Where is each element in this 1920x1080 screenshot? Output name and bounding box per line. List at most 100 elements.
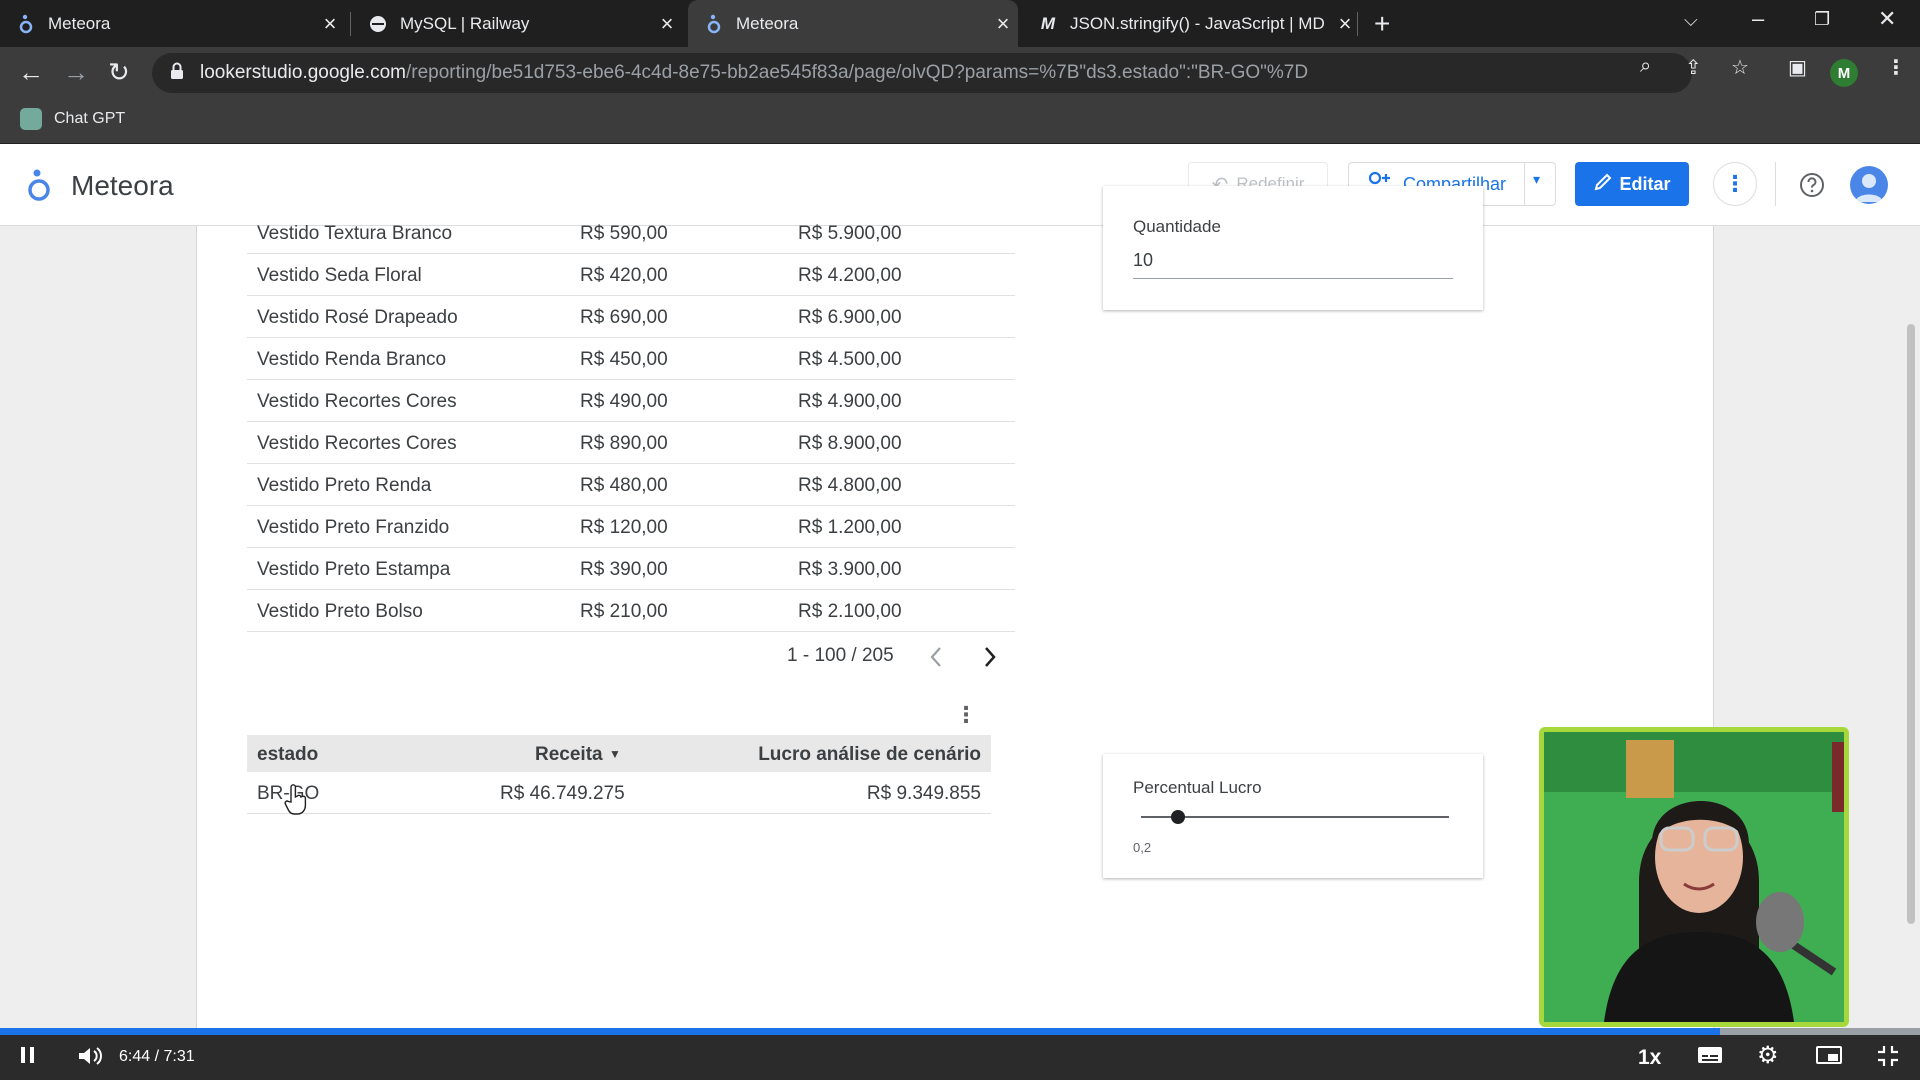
next-page-chevron-icon[interactable]	[983, 646, 997, 673]
slider-handle[interactable]	[1171, 810, 1185, 824]
zoom-magnifier-icon[interactable]: ⌕	[1640, 55, 1651, 78]
address-bar[interactable]: lookerstudio.google.com/reporting/be51d7…	[152, 53, 1692, 93]
table-row-partial: Vestido Textura Branco R$ 590,00 R$ 5.90…	[247, 212, 1015, 254]
table-row[interactable]: Vestido Seda Floral R$ 420,00 R$ 4.200,00	[247, 254, 1015, 296]
quantity-underline	[1133, 278, 1453, 279]
new-tab-plus-icon[interactable]: +	[1374, 8, 1390, 40]
table-row[interactable]: BR-GO R$ 46.749.275 R$ 9.349.855	[247, 772, 991, 814]
mdn-favicon-icon: M	[1040, 13, 1056, 33]
product-name-cell: Vestido Renda Branco	[257, 349, 447, 370]
close-tab-icon[interactable]: ×	[1330, 11, 1360, 37]
meteora-favicon-icon	[704, 14, 724, 34]
previous-page-chevron-icon[interactable]	[929, 646, 943, 673]
profit-percent-slider-card[interactable]: Percentual Lucro 0,2	[1103, 754, 1483, 878]
slider-track[interactable]	[1141, 816, 1449, 818]
forward-arrow-icon[interactable]: →	[63, 57, 89, 88]
product-name-cell: Vestido Preto Renda	[257, 475, 432, 496]
exit-fullscreen-icon[interactable]	[1877, 1045, 1899, 1073]
video-progress-bar[interactable]	[0, 1028, 1920, 1035]
browser-menu-kebab-icon[interactable]: ⋮	[1886, 55, 1906, 80]
back-arrow-icon[interactable]: ←	[18, 57, 44, 88]
product-price-cell: R$ 480,00	[580, 475, 668, 496]
report-title: Meteora	[71, 170, 174, 201]
header-divider	[1775, 162, 1776, 206]
table-row[interactable]: Vestido Renda Branco R$ 450,00 R$ 4.500,00	[247, 338, 1015, 380]
user-avatar[interactable]	[1850, 166, 1888, 204]
browser-tab-meteora-active[interactable]: Meteora ×	[688, 0, 1018, 47]
product-price-cell: R$ 490,00	[580, 391, 668, 412]
product-price-cell: R$ 890,00	[580, 433, 668, 454]
col-header-lucro-cenario[interactable]: Lucro análise de cenário	[758, 744, 981, 766]
product-name-cell: Vestido Recortes Cores	[257, 391, 457, 412]
product-total-cell: R$ 5.900,00	[798, 223, 902, 244]
product-total-cell: R$ 4.500,00	[798, 349, 902, 370]
product-price-cell: R$ 210,00	[580, 601, 668, 622]
chart-kebab-menu-icon[interactable]: ⋮	[955, 702, 977, 728]
table-row[interactable]: Vestido Preto Franzido R$ 120,00 R$ 1.200,…	[247, 506, 1015, 548]
tab-title: JSON.stringify() - JavaScript | MD	[1070, 13, 1325, 33]
product-price-cell: R$ 450,00	[580, 349, 668, 370]
close-tab-icon[interactable]: ×	[988, 11, 1018, 37]
volume-icon[interactable]	[77, 1045, 103, 1073]
table-row[interactable]: Vestido Recortes Cores R$ 490,00 R$ 4.900,…	[247, 380, 1015, 422]
profile-avatar[interactable]: M	[1830, 59, 1858, 87]
sort-descending-icon[interactable]: ▼	[609, 747, 621, 761]
share-page-icon[interactable]: ⇪	[1685, 55, 1702, 80]
tab-title: Meteora	[48, 13, 111, 33]
product-price-cell: R$ 420,00	[580, 265, 668, 286]
pause-icon[interactable]	[20, 1045, 36, 1071]
settings-gear-icon[interactable]: ⚙	[1757, 1041, 1779, 1070]
video-timecode: 6:44 / 7:31	[119, 1048, 195, 1066]
product-total-cell: R$ 3.900,00	[798, 559, 902, 580]
bookmarks-bar: Chat GPT	[0, 99, 1920, 144]
browser-tab-mysql-railway[interactable]: MySQL | Railway ×	[352, 0, 682, 47]
quantity-control-card[interactable]: Quantidade 10	[1103, 186, 1483, 310]
share-dropdown-caret-icon[interactable]: ▾	[1533, 171, 1540, 188]
edit-button[interactable]: Editar	[1575, 162, 1689, 206]
bookmark-label: Chat GPT	[54, 110, 126, 127]
product-name-cell: Vestido Recortes Cores	[257, 433, 457, 454]
side-panel-icon[interactable]: ▣	[1788, 55, 1807, 80]
product-name-cell: Vestido Preto Bolso	[257, 601, 423, 622]
pagination-range: 1 - 100 / 205	[787, 645, 894, 666]
bookmark-chat-gpt[interactable]: Chat GPT	[20, 108, 125, 130]
picture-in-picture-icon[interactable]	[1816, 1045, 1842, 1071]
col-header-estado[interactable]: estado	[257, 744, 318, 766]
minimize-window-icon[interactable]: –	[1752, 6, 1764, 32]
screen: Meteora × MySQL | Railway × Meteora × M …	[0, 0, 1920, 1080]
page-scrollbar[interactable]	[1907, 324, 1915, 924]
bookmark-star-icon[interactable]: ☆	[1731, 55, 1749, 80]
table-row[interactable]: Vestido Rosé Drapeado R$ 690,00 R$ 6.900,0…	[247, 296, 1015, 338]
railway-favicon-icon	[368, 14, 388, 34]
table-row[interactable]: Vestido Preto Estampa R$ 390,00 R$ 3.900,0…	[247, 548, 1015, 590]
more-options-button[interactable]: ⋮	[1713, 162, 1757, 206]
table-row[interactable]: Vestido Preto Bolso R$ 210,00 R$ 2.100,00	[247, 590, 1015, 632]
close-window-icon[interactable]: ✕	[1878, 6, 1896, 32]
product-name-cell: Vestido Rosé Drapeado	[257, 307, 458, 328]
help-icon[interactable]	[1799, 172, 1825, 203]
reload-icon[interactable]: ↻	[108, 57, 130, 88]
browser-tab-mdn-json[interactable]: M JSON.stringify() - JavaScript | MD ×	[1022, 0, 1360, 47]
product-total-cell: R$ 1.200,00	[798, 517, 902, 538]
quantity-label: Quantidade	[1133, 217, 1221, 236]
quantity-input[interactable]: 10	[1133, 250, 1153, 271]
table-row[interactable]: Vestido Recortes Cores R$ 890,00 R$ 8.900,…	[247, 422, 1015, 464]
restore-window-icon[interactable]: ❐	[1814, 9, 1830, 30]
browser-tab-meteora-1[interactable]: Meteora ×	[0, 0, 345, 47]
tab-search-chevron-icon[interactable]: ⌵	[1684, 10, 1698, 31]
share-divider	[1524, 163, 1525, 205]
close-tab-icon[interactable]: ×	[652, 11, 682, 37]
video-progress-remaining	[1720, 1028, 1920, 1035]
captions-icon[interactable]	[1697, 1045, 1723, 1071]
tab-title: MySQL | Railway	[400, 13, 530, 33]
tab-divider	[350, 12, 351, 36]
table-row[interactable]: Vestido Preto Renda R$ 480,00 R$ 4.800,00	[247, 464, 1015, 506]
playback-speed[interactable]: 1x	[1638, 1046, 1661, 1070]
close-tab-icon[interactable]: ×	[315, 11, 345, 37]
product-price-cell: R$ 120,00	[580, 517, 668, 538]
edit-label: Editar	[1619, 173, 1671, 194]
col-header-receita[interactable]: Receita	[535, 744, 603, 766]
product-price-cell: R$ 590,00	[580, 223, 668, 244]
product-price-cell: R$ 690,00	[580, 307, 668, 328]
product-name-cell: Vestido Preto Franzido	[257, 517, 450, 538]
